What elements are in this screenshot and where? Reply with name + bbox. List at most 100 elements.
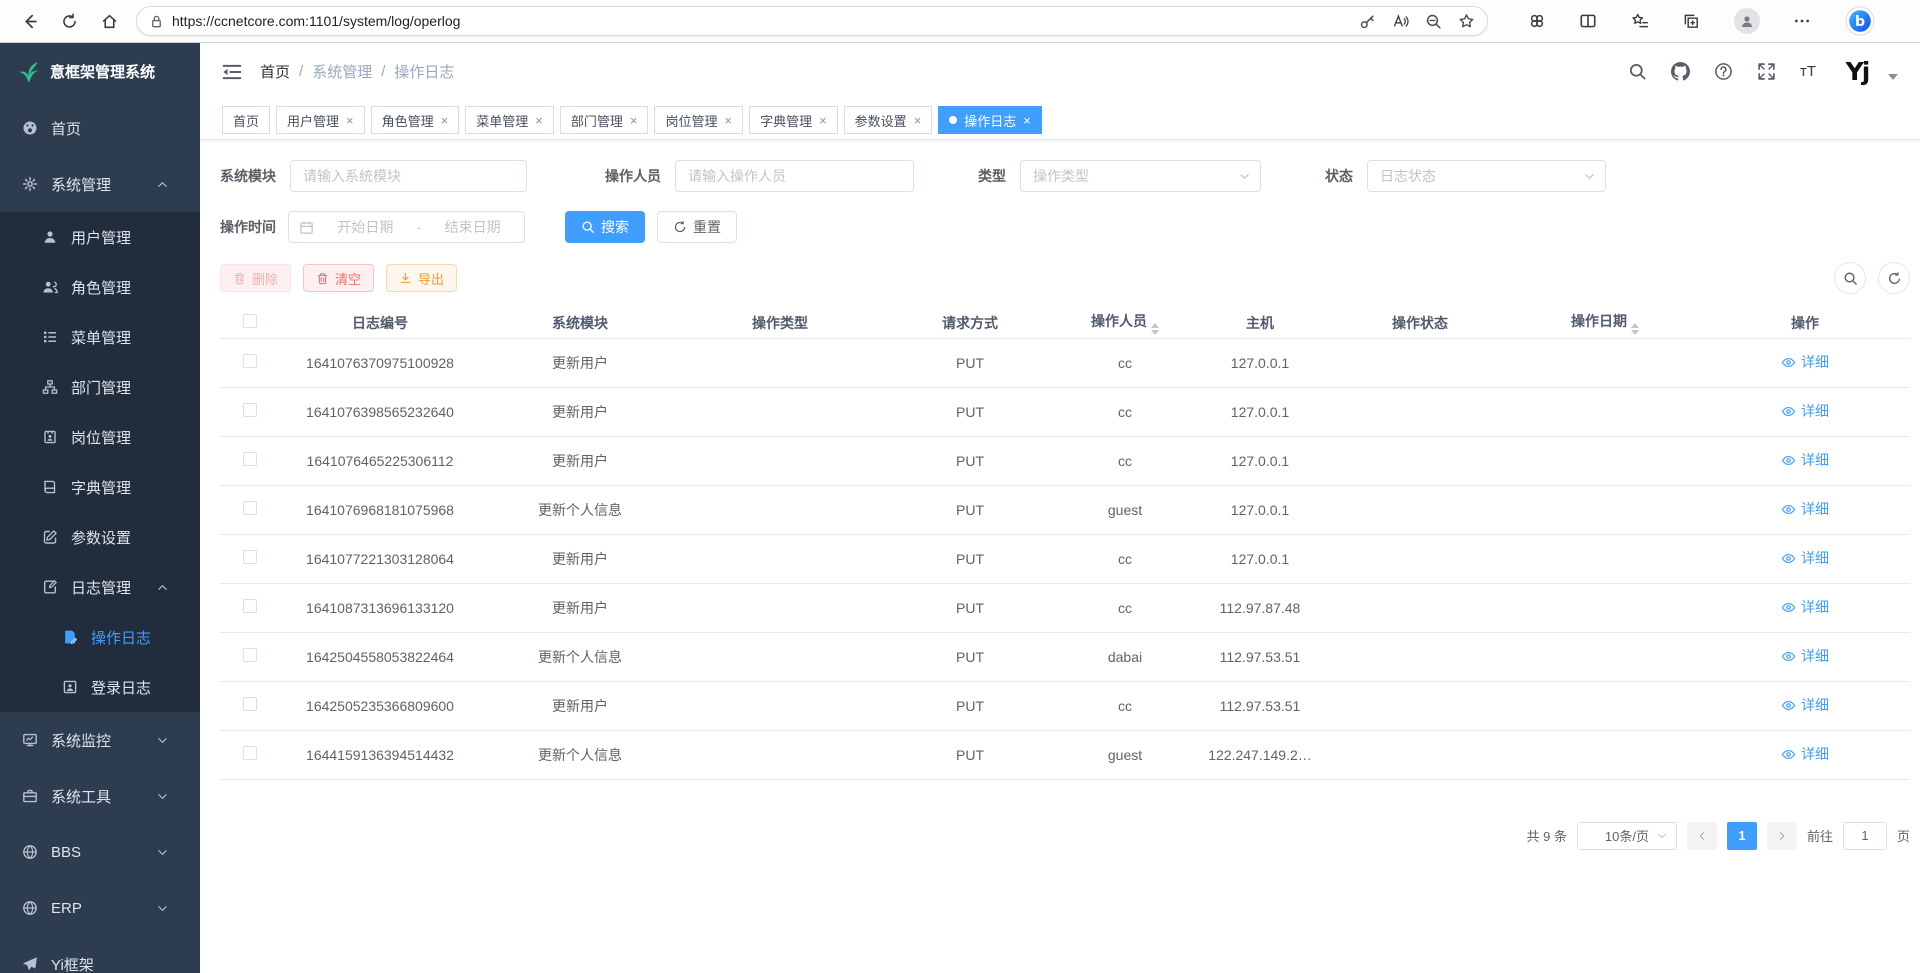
site-lock-icon[interactable] [149,14,164,29]
tab-department-management[interactable]: 部门管理× [560,106,649,134]
browser-home-button[interactable] [92,4,126,38]
copilot-bing-icon[interactable] [1845,6,1875,36]
tab-dict-management[interactable]: 字典管理× [749,106,838,134]
close-icon[interactable]: × [819,114,827,127]
type-filter-select[interactable]: 操作类型 [1020,160,1261,192]
tab-menu-management[interactable]: 菜单管理× [465,106,554,134]
table-search-toggle-button[interactable] [1834,262,1866,294]
sidebar-item-system-management[interactable]: 系统管理 [0,156,200,212]
url-text[interactable]: https://ccnetcore.com:1101/system/log/op… [172,13,1351,29]
tab-user-management[interactable]: 用户管理× [276,106,365,134]
password-key-icon[interactable] [1359,13,1376,30]
detail-link[interactable]: 详细 [1781,499,1829,519]
sidebar-item-system-tools[interactable]: 系统工具 [0,768,200,824]
date-range-picker[interactable]: 开始日期 - 结束日期 [288,211,525,243]
reset-button[interactable]: 重置 [657,211,737,243]
detail-link[interactable]: 详细 [1781,695,1829,715]
browser-menu-dots-icon[interactable] [1793,12,1811,30]
close-icon[interactable]: × [1023,114,1031,127]
tab-operation-log[interactable]: 操作日志× [938,106,1042,134]
breadcrumb-home[interactable]: 首页 [260,61,290,82]
browser-back-button[interactable] [12,4,46,38]
address-bar[interactable]: https://ccnetcore.com:1101/system/log/op… [136,6,1488,36]
sidebar-item-department-management[interactable]: 部门管理 [0,362,200,412]
github-icon[interactable] [1671,62,1690,81]
tab-post-management[interactable]: 岗位管理× [654,106,743,134]
sidebar-item-yi-framework[interactable]: Yi框架 [0,936,200,973]
sidebar-item-operation-log[interactable]: 操作日志 [0,612,200,662]
close-icon[interactable]: × [630,114,638,127]
row-checkbox[interactable] [243,403,257,417]
operator-filter-input[interactable] [675,160,914,192]
sort-icon[interactable] [1151,323,1159,335]
tab-home[interactable]: 首页 [222,106,270,134]
close-icon[interactable]: × [441,114,449,127]
sidebar-item-post-management[interactable]: 岗位管理 [0,412,200,462]
sidebar-item-user-management[interactable]: 用户管理 [0,212,200,262]
browser-refresh-button[interactable] [52,4,86,38]
sort-icon[interactable] [1631,323,1639,335]
row-checkbox[interactable] [243,599,257,613]
sidebar-item-parameter-settings[interactable]: 参数设置 [0,512,200,562]
clear-button[interactable]: 清空 [303,264,374,292]
detail-link[interactable]: 详细 [1781,548,1829,568]
detail-link[interactable]: 详细 [1781,401,1829,421]
tab-parameter-settings[interactable]: 参数设置× [844,106,933,134]
close-icon[interactable]: × [535,114,543,127]
col-operator[interactable]: 操作人员 [1060,308,1190,338]
sidebar-collapse-icon[interactable] [222,63,242,81]
favorites-icon[interactable] [1631,12,1649,30]
row-checkbox[interactable] [243,501,257,515]
sidebar-item-erp[interactable]: ERP [0,880,200,936]
next-page-button[interactable] [1767,822,1797,850]
goto-page-input[interactable] [1843,822,1887,850]
page-size-select[interactable]: 10条/页 [1577,822,1677,850]
status-filter-select[interactable]: 日志状态 [1367,160,1606,192]
close-icon[interactable]: × [724,114,732,127]
row-checkbox[interactable] [243,697,257,711]
sidebar-item-bbs[interactable]: BBS [0,824,200,880]
sidebar-item-dict-management[interactable]: 字典管理 [0,462,200,512]
detail-link[interactable]: 详细 [1781,646,1829,666]
browser-essentials-icon[interactable] [1528,12,1546,30]
detail-link[interactable]: 详细 [1781,450,1829,470]
header-search-icon[interactable] [1628,62,1647,81]
row-checkbox[interactable] [243,648,257,662]
row-checkbox[interactable] [243,550,257,564]
sidebar-item-menu-management[interactable]: 菜单管理 [0,312,200,362]
avatar-caret-icon[interactable] [1888,74,1898,80]
browser-profile-avatar[interactable] [1734,8,1760,34]
close-icon[interactable]: × [346,114,354,127]
start-date-placeholder[interactable]: 开始日期 [324,217,407,237]
help-icon[interactable] [1714,62,1733,81]
row-checkbox[interactable] [243,452,257,466]
detail-link[interactable]: 详细 [1781,597,1829,617]
sidebar-item-home[interactable]: 首页 [0,100,200,156]
collections-icon[interactable] [1682,12,1700,30]
user-avatar-logo[interactable]: Yj [1840,57,1874,87]
sidebar-item-role-management[interactable]: 角色管理 [0,262,200,312]
breadcrumb-section[interactable]: 系统管理 [312,61,372,82]
page-number-1[interactable]: 1 [1727,822,1757,850]
select-all-checkbox[interactable] [243,314,257,328]
module-filter-input[interactable] [290,160,527,192]
close-icon[interactable]: × [914,114,922,127]
font-size-icon[interactable]: тT [1800,63,1816,80]
prev-page-button[interactable] [1687,822,1717,850]
search-button[interactable]: 搜索 [565,211,645,243]
row-checkbox[interactable] [243,354,257,368]
delete-button[interactable]: 删除 [220,264,291,292]
split-screen-icon[interactable] [1579,12,1597,30]
end-date-placeholder[interactable]: 结束日期 [431,217,514,237]
read-aloud-icon[interactable] [1392,13,1409,30]
detail-link[interactable]: 详细 [1781,352,1829,372]
sidebar-item-system-monitor[interactable]: 系统监控 [0,712,200,768]
row-checkbox[interactable] [243,746,257,760]
sidebar-item-log-management[interactable]: 日志管理 [0,562,200,612]
export-button[interactable]: 导出 [386,264,457,292]
add-favorite-star-icon[interactable] [1458,13,1475,30]
zoom-out-icon[interactable] [1425,13,1442,30]
fullscreen-icon[interactable] [1757,62,1776,81]
table-refresh-button[interactable] [1878,262,1910,294]
sidebar-item-login-log[interactable]: 登录日志 [0,662,200,712]
